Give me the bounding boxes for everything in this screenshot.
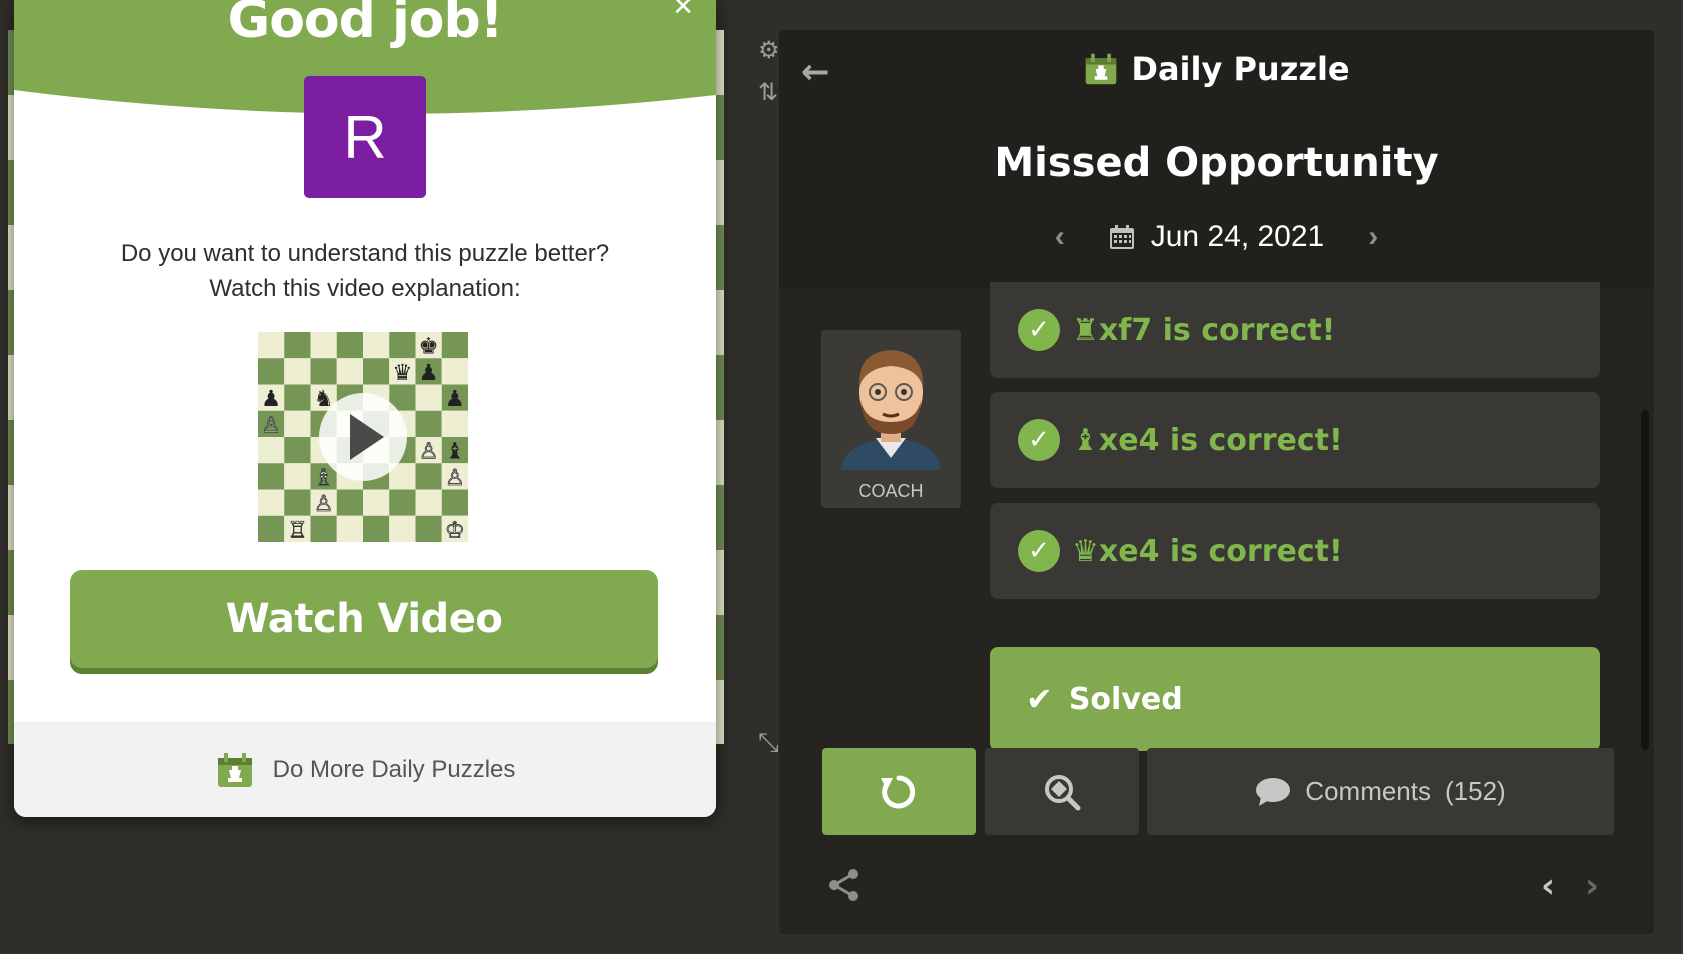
move-feedback: ✓ ♛xe4 is correct!: [990, 503, 1600, 599]
puzzle-date: Jun 24, 2021: [1150, 220, 1325, 253]
flip-board-icon[interactable]: ⇅: [758, 80, 778, 104]
move-text: ♛xe4 is correct!: [1072, 533, 1343, 569]
move-feedback: ✓ ♝xe4 is correct!: [990, 392, 1600, 488]
video-prompt: Do you want to understand this puzzle be…: [14, 236, 716, 306]
close-icon[interactable]: ✕: [672, 0, 694, 22]
comments-button[interactable]: Comments (152): [1147, 748, 1614, 835]
date-navigator: ‹ Jun 24, 2021 ›: [779, 220, 1654, 254]
prev-chevron-icon[interactable]: ‹: [1541, 866, 1555, 906]
share-icon[interactable]: [827, 868, 861, 902]
success-modal: Good job! ✕ R Do you want to understand …: [14, 0, 716, 817]
puzzle-name: Missed Opportunity: [994, 140, 1439, 186]
move-feedback: ✓ ♜xf7 is correct!: [990, 282, 1600, 378]
move-text: ♝xe4 is correct!: [1072, 422, 1343, 458]
coach-portrait: [821, 330, 961, 470]
coach-avatar: COACH: [821, 330, 961, 508]
retry-button[interactable]: [822, 748, 976, 835]
checkmark-icon: ✔: [1026, 680, 1053, 718]
check-circle-icon: ✓: [1018, 419, 1060, 461]
bishop-piece-icon: ♝: [1072, 422, 1099, 458]
next-chevron-icon[interactable]: ›: [1585, 866, 1599, 906]
board-edge-right: [716, 30, 724, 744]
more-puzzles-label: Do More Daily Puzzles: [272, 755, 516, 783]
comments-count: (152): [1445, 776, 1506, 806]
check-circle-icon: ✓: [1018, 309, 1060, 351]
panel-header: Daily Puzzle: [779, 50, 1654, 88]
expand-icon[interactable]: ⤡: [758, 730, 779, 756]
daily-puzzle-icon: [1086, 53, 1117, 85]
avatar: R: [304, 76, 426, 198]
next-date-chevron-icon[interactable]: ›: [1348, 220, 1398, 254]
queen-piece-icon: ♛: [1072, 533, 1099, 569]
solved-banner: ✔ Solved: [990, 647, 1600, 751]
panel-title: Daily Puzzle: [1131, 50, 1350, 88]
calendar-icon[interactable]: [1109, 224, 1135, 250]
scrollbar[interactable]: [1641, 410, 1649, 750]
rook-piece-icon: ♜: [1072, 312, 1099, 348]
play-icon[interactable]: [258, 332, 468, 542]
comments-label: Comments: [1305, 776, 1431, 806]
puzzle-panel: ← Daily Puzzle Missed Opportunity ‹ Jun …: [779, 30, 1654, 934]
move-text: ♜xf7 is correct!: [1072, 312, 1336, 348]
prev-date-chevron-icon[interactable]: ‹: [1035, 220, 1085, 254]
prompt-line-1: Do you want to understand this puzzle be…: [120, 240, 610, 267]
video-thumbnail[interactable]: ♚♛♟♟♞♟♙♙♝♗♙♙♖♔: [258, 332, 468, 544]
watch-video-button[interactable]: Watch Video: [70, 570, 658, 668]
comment-bubble-icon: [1256, 777, 1291, 806]
solved-label: Solved: [1068, 681, 1183, 717]
settings-gear-icon[interactable]: ⚙: [758, 38, 780, 62]
modal-title: Good job!: [227, 0, 504, 50]
retry-icon: [881, 775, 916, 808]
analysis-button[interactable]: [985, 748, 1139, 835]
check-circle-icon: ✓: [1018, 530, 1060, 572]
prompt-line-2: Watch this video explanation:: [209, 275, 521, 302]
more-puzzles-link[interactable]: Do More Daily Puzzles: [14, 722, 716, 817]
coach-label: COACH: [858, 481, 924, 501]
magnifier-icon: [1045, 774, 1081, 810]
daily-puzzle-icon: [217, 752, 252, 787]
